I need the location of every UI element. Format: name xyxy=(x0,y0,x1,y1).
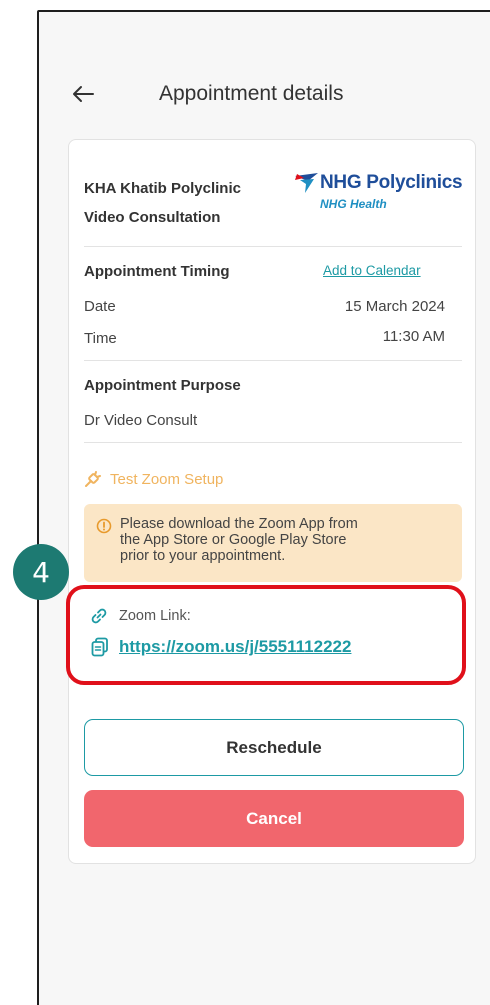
nhg-bird-icon xyxy=(295,173,318,193)
divider xyxy=(84,442,462,443)
header: Appointment details xyxy=(39,74,490,114)
date-value: 15 March 2024 xyxy=(344,298,445,315)
arrow-left-icon xyxy=(73,86,94,102)
purpose-value: Dr Video Consult xyxy=(84,412,198,429)
logo-main-text: NHG Polyclinics xyxy=(320,172,463,193)
notice-line-2: the App Store or Google Play Store xyxy=(120,532,347,548)
time-label: Time xyxy=(84,330,117,347)
divider xyxy=(84,246,462,247)
clinic-name: KHA Khatib Polyclinic xyxy=(84,180,241,197)
step-badge: 4 xyxy=(13,544,69,600)
appointment-card: KHA Khatib Polyclinic Video Consultation… xyxy=(68,139,476,864)
info-icon xyxy=(96,518,112,534)
reschedule-button[interactable]: Reschedule xyxy=(84,719,464,776)
back-button[interactable] xyxy=(67,78,99,110)
purpose-title: Appointment Purpose xyxy=(84,377,241,394)
test-zoom-label: Test Zoom Setup xyxy=(110,470,224,488)
page-title: Appointment details xyxy=(159,82,344,105)
highlight-annotation-box xyxy=(66,585,466,685)
time-value: 11:30 AM xyxy=(382,328,445,345)
timing-title: Appointment Timing xyxy=(84,263,230,280)
add-to-calendar-link[interactable]: Add to Calendar xyxy=(323,263,421,278)
phone-frame: Appointment details KHA Khatib Polyclini… xyxy=(37,10,490,1005)
plug-icon xyxy=(85,471,101,487)
logo-sub-text: NHG Health xyxy=(320,197,387,211)
test-zoom-setup-link[interactable]: Test Zoom Setup xyxy=(84,470,223,488)
consultation-type: Video Consultation xyxy=(84,209,221,226)
notice-line-3: prior to your appointment. xyxy=(120,548,286,564)
nhg-logo: NHG Polyclinics NHG Health xyxy=(294,168,464,216)
divider xyxy=(84,360,462,361)
clinic-info: KHA Khatib Polyclinic Video Consultation xyxy=(84,174,241,232)
cancel-button[interactable]: Cancel xyxy=(84,790,464,847)
date-label: Date xyxy=(84,298,116,315)
notice-line-1: Please download the Zoom App from xyxy=(120,516,358,532)
zoom-notice: Please download the Zoom App from the Ap… xyxy=(84,504,462,582)
